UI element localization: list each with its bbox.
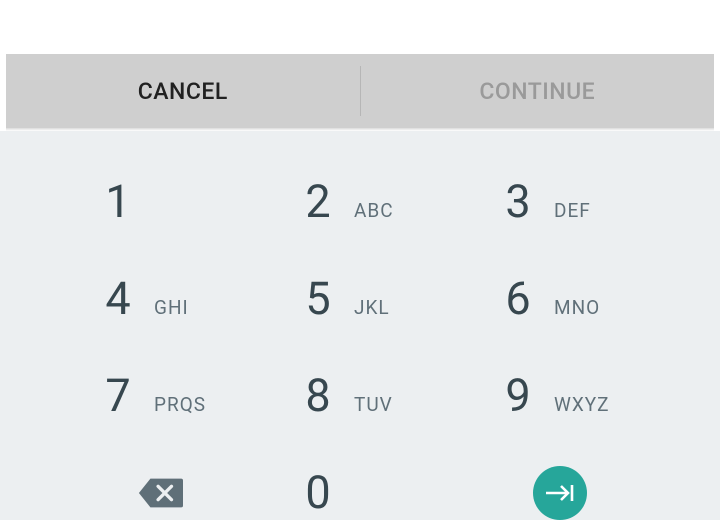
- key-digit: 8: [296, 369, 340, 422]
- key-letters: MNO: [554, 296, 624, 319]
- key-digit: 9: [496, 369, 540, 422]
- numeric-keypad: 1 2 ABC 3 DEF 4 GHI 5 JK: [0, 131, 720, 520]
- cancel-button[interactable]: CANCEL: [6, 54, 360, 128]
- keypad-row: 0: [0, 444, 720, 520]
- key-2[interactable]: 2 ABC: [260, 153, 460, 250]
- key-enter[interactable]: [460, 444, 660, 520]
- key-8[interactable]: 8 TUV: [260, 347, 460, 444]
- key-digit: 2: [296, 175, 340, 228]
- key-letters: PRQS: [154, 393, 224, 416]
- key-9[interactable]: 9 WXYZ: [460, 347, 660, 444]
- key-digit: 5: [296, 272, 340, 325]
- key-letters: TUV: [354, 393, 424, 416]
- continue-button[interactable]: CONTINUE: [361, 54, 715, 128]
- key-5[interactable]: 5 JKL: [260, 250, 460, 347]
- key-digit: 3: [496, 175, 540, 228]
- key-3[interactable]: 3 DEF: [460, 153, 660, 250]
- key-0[interactable]: 0: [260, 444, 460, 520]
- keypad-row: 1 2 ABC 3 DEF: [0, 153, 720, 250]
- key-digit: 7: [96, 369, 140, 422]
- key-backspace[interactable]: [60, 444, 260, 520]
- key-7[interactable]: 7 PRQS: [60, 347, 260, 444]
- key-letters: GHI: [154, 296, 224, 319]
- keypad-row: 7 PRQS 8 TUV 9 WXYZ: [0, 347, 720, 444]
- key-digit: 4: [96, 272, 140, 325]
- enter-icon: [533, 466, 587, 520]
- key-digit: 0: [296, 466, 340, 519]
- key-letters: DEF: [554, 199, 624, 222]
- key-letters: WXYZ: [554, 393, 624, 416]
- backspace-icon: [137, 477, 183, 509]
- action-button-bar: CANCEL CONTINUE: [6, 54, 714, 128]
- key-6[interactable]: 6 MNO: [460, 250, 660, 347]
- top-blank-area: [0, 0, 720, 54]
- key-4[interactable]: 4 GHI: [60, 250, 260, 347]
- keypad-row: 4 GHI 5 JKL 6 MNO: [0, 250, 720, 347]
- key-digit: 1: [96, 175, 140, 228]
- key-1[interactable]: 1: [60, 153, 260, 250]
- key-letters: ABC: [354, 199, 424, 222]
- key-digit: 6: [496, 272, 540, 325]
- key-letters: JKL: [354, 296, 424, 319]
